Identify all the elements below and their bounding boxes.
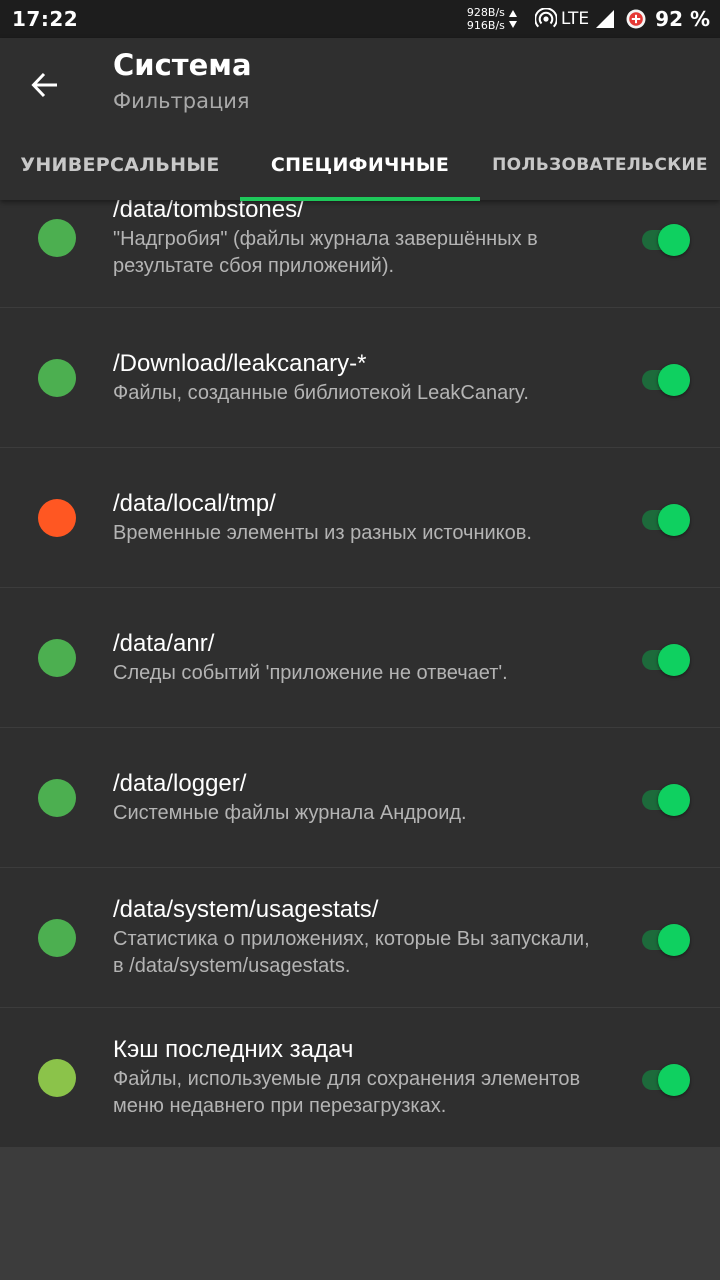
tab-custom[interactable]: ПОЛЬЗОВАТЕЛЬСКИЕ [480, 130, 720, 200]
list-item-text: /data/anr/ Следы событий 'приложение не … [113, 588, 590, 727]
filter-list[interactable]: /data/tombstones/ "Надгробия" (файлы жур… [0, 200, 720, 1147]
list-item-text: /data/system/usagestats/ Статистика о пр… [113, 868, 590, 1007]
battery-saver-icon [625, 8, 647, 30]
list-item-text: Кэш последних задач Файлы, используемые … [113, 1008, 590, 1147]
filter-list-content: /data/tombstones/ "Надгробия" (файлы жур… [0, 200, 720, 1147]
toggle-thumb [658, 924, 690, 956]
network-type: LTE [560, 9, 590, 29]
page-title: Система [113, 48, 252, 82]
status-dot [38, 919, 76, 957]
net-up-speed: 928B/s [466, 6, 505, 19]
list-item-text: /data/tombstones/ "Надгробия" (файлы жур… [113, 200, 590, 307]
list-item-title: /Download/leakcanary-* [113, 349, 367, 377]
status-dot [38, 219, 76, 257]
signal-icon [595, 9, 615, 29]
status-dot [38, 499, 76, 537]
enable-toggle[interactable] [640, 924, 690, 956]
list-item-title: /data/logger/ [113, 769, 247, 797]
status-icons: 928B/s 916B/s LTE 92 % [467, 0, 710, 38]
page-subtitle: Фильтрация [113, 89, 250, 113]
enable-toggle[interactable] [640, 784, 690, 816]
enable-toggle[interactable] [640, 224, 690, 256]
data-activity-icon [508, 9, 517, 29]
list-item-description: "Надгробия" (файлы журнала завершённых в… [113, 228, 538, 277]
list-item-description: Статистика о приложениях, которые Вы зап… [113, 928, 590, 977]
list-item-title: Кэш последних задач [113, 1036, 354, 1063]
toggle-thumb [658, 784, 690, 816]
list-item-title: /data/local/tmp/ [113, 489, 276, 517]
status-dot [38, 779, 76, 817]
list-item-text: /data/local/tmp/ Временные элементы из р… [113, 448, 590, 587]
enable-toggle[interactable] [640, 504, 690, 536]
enable-toggle[interactable] [640, 644, 690, 676]
list-item[interactable]: /data/system/usagestats/ Статистика о пр… [0, 868, 720, 1008]
enable-toggle[interactable] [640, 364, 690, 396]
status-bar: 17:22 928B/s 916B/s LTE 92 % [0, 0, 720, 38]
list-item-text: /Download/leakcanary-* Файлы, созданные … [113, 308, 590, 447]
list-item-description: Файлы, используемые для сохранения элеме… [113, 1068, 581, 1117]
list-item-description: Временные элементы из разных источников. [113, 521, 532, 544]
list-item[interactable]: /data/tombstones/ "Надгробия" (файлы жур… [0, 200, 720, 308]
status-dot [38, 1059, 76, 1097]
status-dot [38, 639, 76, 677]
app-bar: Система Фильтрация УНИВЕРСАЛЬНЫЕ СПЕЦИФИ… [0, 38, 720, 201]
toggle-thumb [658, 504, 690, 536]
list-item-title: /data/tombstones/ [113, 200, 304, 223]
enable-toggle[interactable] [640, 1064, 690, 1096]
list-item[interactable]: Кэш последних задач Файлы, используемые … [0, 1008, 720, 1147]
toggle-thumb [658, 1064, 690, 1096]
list-item-description: Следы событий 'приложение не отвечает'. [113, 661, 508, 684]
net-down-speed: 916B/s [466, 19, 505, 32]
toggle-thumb [658, 644, 690, 676]
status-time: 17:22 [12, 7, 79, 31]
list-item[interactable]: /data/local/tmp/ Временные элементы из р… [0, 448, 720, 588]
status-dot [38, 359, 76, 397]
toggle-thumb [658, 224, 690, 256]
back-button[interactable] [20, 60, 70, 110]
active-tab-indicator [240, 197, 480, 201]
toggle-thumb [658, 364, 690, 396]
list-item[interactable]: /Download/leakcanary-* Файлы, созданные … [0, 308, 720, 448]
list-item-title: /data/system/usagestats/ [113, 896, 379, 923]
list-item-description: Системные файлы журнала Андроид. [113, 801, 467, 824]
battery-percent: 92 % [655, 7, 710, 31]
list-item-description: Файлы, созданные библиотекой LeakCanary. [113, 381, 529, 404]
hotspot-icon [534, 8, 557, 30]
tab-universal[interactable]: УНИВЕРСАЛЬНЫЕ [0, 130, 240, 200]
list-item-text: /data/logger/ Системные файлы журнала Ан… [113, 728, 590, 867]
list-item[interactable]: /data/logger/ Системные файлы журнала Ан… [0, 728, 720, 868]
list-item[interactable]: /data/anr/ Следы событий 'приложение не … [0, 588, 720, 728]
network-speed: 928B/s 916B/s [467, 6, 505, 32]
tab-bar: УНИВЕРСАЛЬНЫЕ СПЕЦИФИЧНЫЕ ПОЛЬЗОВАТЕЛЬСК… [0, 130, 720, 201]
list-item-title: /data/anr/ [113, 629, 215, 657]
tab-specific[interactable]: СПЕЦИФИЧНЫЕ [240, 130, 480, 200]
arrow-back-icon [31, 72, 57, 98]
